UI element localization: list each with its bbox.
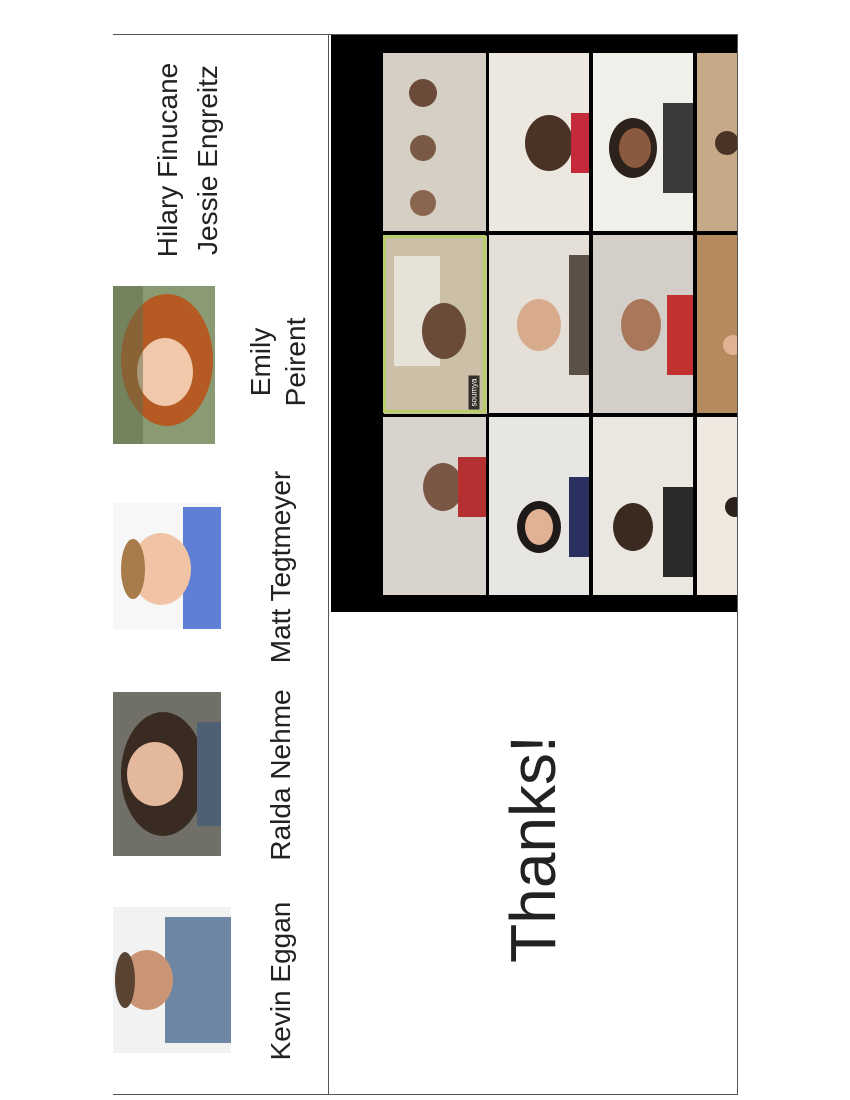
divider-line [328,34,329,1095]
hilary-finucane-name: Hilary Finucane [152,62,183,258]
video-call-screenshot: soumya [331,35,737,612]
participant-name-tag: soumya [468,375,480,410]
video-tile [697,53,737,231]
video-tile [593,417,693,595]
emily-peirent-photo [113,286,215,444]
video-tile [489,53,589,231]
kevin-eggan-photo [113,907,231,1053]
emily-peirent-name-line2: Peirent [280,317,311,407]
video-tile [489,417,589,595]
video-tile [593,235,693,413]
video-tile [697,417,737,595]
video-tile [489,235,589,413]
video-tile [383,53,486,231]
kevin-eggan-name: Kevin Eggan [265,901,296,1061]
matt-tegtmeyer-name: Matt Tegtmeyer [265,470,296,664]
video-tile [697,235,737,413]
right-border-line [737,34,738,1095]
jessie-engreitz-name: Jessie Engreitz [192,65,223,255]
video-tile [593,53,693,231]
thanks-heading: Thanks! [497,735,569,963]
ralda-nehme-name: Ralda Nehme [265,689,296,861]
emily-peirent-name-line1: Emily [245,327,276,397]
bottom-border-line [113,1094,737,1095]
ralda-nehme-photo [113,692,221,856]
matt-tegtmeyer-photo [113,503,221,629]
video-tile [383,417,486,595]
